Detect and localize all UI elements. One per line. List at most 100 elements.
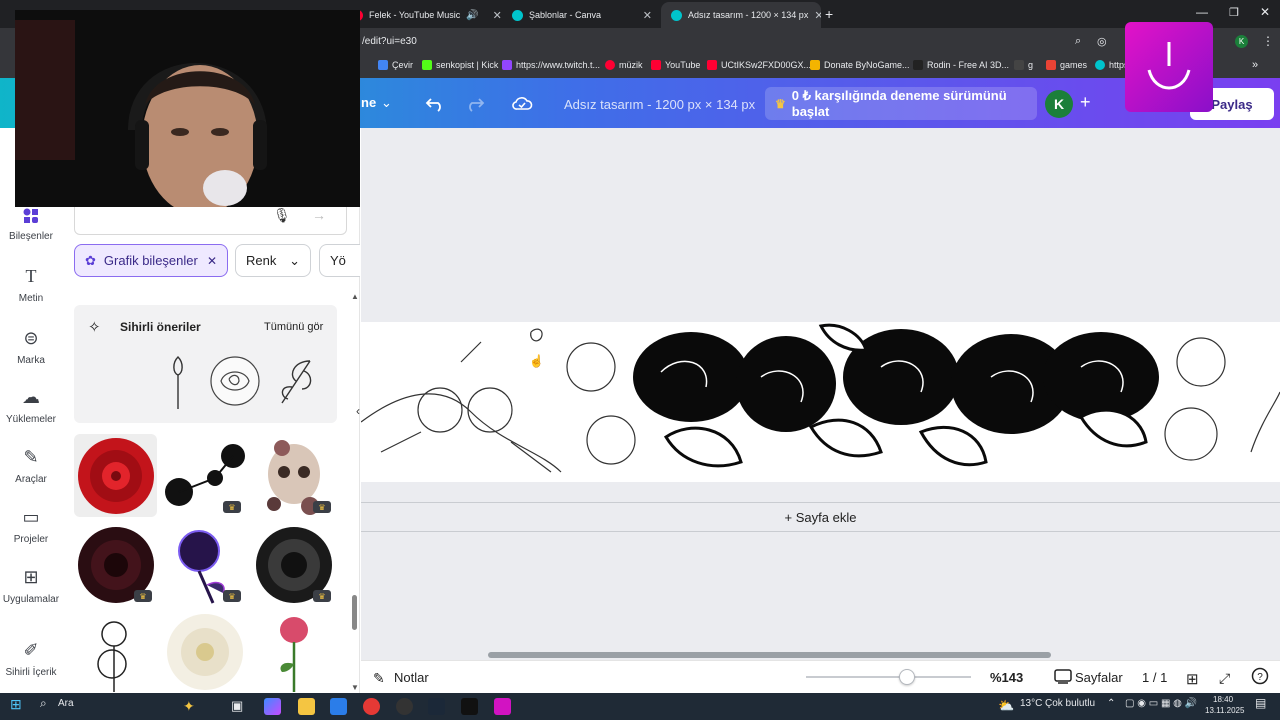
zoom-slider-knob[interactable]: [898, 669, 915, 685]
rail-item-projects[interactable]: ▭ Projeler: [0, 507, 62, 545]
rail-item-brand[interactable]: ⊜ Marka: [0, 328, 62, 366]
bookmark-channel[interactable]: UCtIKSw2FXD00GX...: [707, 60, 811, 70]
zoom-level[interactable]: %143: [990, 670, 1023, 685]
browser-tab-youtube-music[interactable]: Felek - YouTube Music 🔊 ✕: [342, 2, 502, 28]
redo-icon[interactable]: [465, 94, 485, 112]
profile-avatar-icon[interactable]: K: [1235, 35, 1248, 48]
start-trial-button[interactable]: ♛ 0 ₺ karşılığında deneme sürümünü başla…: [765, 87, 1037, 120]
clock-date[interactable]: 13.11.2025: [1205, 706, 1244, 715]
element-dark-rose[interactable]: ♛: [74, 523, 157, 606]
help-icon[interactable]: ?: [1251, 667, 1269, 685]
tray-chevron-icon[interactable]: ⌃: [1107, 698, 1115, 709]
browser-tab-canva-templates[interactable]: Şablonlar - Canva ✕: [502, 2, 662, 28]
new-tab-button[interactable]: +: [825, 6, 833, 22]
browser-tab-canva-design[interactable]: Adsız tasarım - 1200 × 134 px ✕: [661, 2, 821, 28]
bookmark-https[interactable]: https: [1095, 60, 1129, 70]
task-view-icon[interactable]: ▣: [231, 698, 248, 715]
clock-time[interactable]: 18:40: [1213, 695, 1233, 704]
taskbar-search[interactable]: Ara: [58, 698, 74, 709]
notification-icon[interactable]: ▤: [1255, 696, 1266, 710]
notes-icon[interactable]: ✎: [373, 670, 385, 687]
more-bookmarks-icon[interactable]: »: [1252, 59, 1258, 71]
user-avatar[interactable]: K: [1045, 90, 1073, 118]
scroll-up-icon[interactable]: ▲: [351, 292, 359, 301]
fullscreen-icon[interactable]: ⤢: [1219, 670, 1230, 687]
rail-item-draw[interactable]: ✎ Araçlar: [0, 447, 62, 485]
horizontal-scrollbar[interactable]: [488, 652, 1051, 658]
close-tab-icon[interactable]: ✕: [493, 9, 502, 22]
rail-item-apps[interactable]: ⊞ Uygulamalar: [0, 567, 62, 605]
bookmark-bynogame[interactable]: Donate ByNoGame...: [810, 60, 910, 70]
close-icon[interactable]: ✕: [207, 254, 217, 268]
minimize-icon[interactable]: —: [1196, 5, 1208, 19]
rail-item-uploads[interactable]: ☁ Yüklemeler: [0, 387, 62, 425]
more-menu-icon[interactable]: ⋮: [1262, 34, 1274, 48]
rail-item-text[interactable]: T Metin: [0, 266, 62, 304]
collapse-panel-icon[interactable]: ‹: [356, 404, 360, 418]
bookmark-rodin[interactable]: Rodin - Free AI 3D...: [913, 60, 1009, 70]
element-white-rose[interactable]: [163, 612, 246, 693]
weather-temp[interactable]: 13°C: [1020, 698, 1042, 709]
see-all-link[interactable]: Tümünü gör: [264, 321, 323, 333]
rail-item-elements[interactable]: Bileşenler: [0, 207, 62, 242]
file-explorer-icon[interactable]: [298, 698, 315, 715]
add-page-button[interactable]: + Sayfa ekle: [361, 502, 1280, 532]
panel-scrollbar[interactable]: [352, 595, 357, 630]
bookmark-kick[interactable]: senkopist | Kick: [422, 60, 498, 70]
arrow-right-icon[interactable]: →: [312, 207, 326, 223]
bookmark-muzik[interactable]: müzik: [605, 60, 643, 70]
tray-icons[interactable]: ▢ ◉ ▭ ▦ ◍ 🔊: [1125, 698, 1197, 709]
rose-border-artwork[interactable]: [361, 322, 1280, 482]
bookmark-g[interactable]: g: [1014, 60, 1033, 70]
close-window-icon[interactable]: ✕: [1260, 5, 1270, 19]
element-pink-rose[interactable]: [252, 612, 335, 693]
pages-button[interactable]: Sayfalar: [1075, 670, 1123, 685]
element-skull-roses[interactable]: ♛: [252, 434, 335, 517]
search-icon[interactable]: ⌕: [40, 696, 47, 711]
sparkles-icon[interactable]: ✦: [183, 698, 200, 715]
bookmark-twitch[interactable]: https://www.twitch.t...: [502, 60, 600, 70]
design-title[interactable]: Adsız tasarım - 1200 px × 134 px: [564, 97, 755, 112]
close-tab-icon[interactable]: ✕: [643, 9, 652, 22]
filter-chip-orientation[interactable]: Yö: [319, 244, 360, 277]
zoom-slider-track[interactable]: [806, 676, 971, 678]
epic-games-icon[interactable]: [461, 698, 478, 715]
rail-item-magic-media[interactable]: ✐ Sihirli İçerik: [0, 640, 62, 678]
bookmark-games[interactable]: games: [1046, 60, 1087, 70]
suggestion-rose-sketch[interactable]: [207, 353, 263, 411]
chevron-down-icon[interactable]: ⌄: [381, 95, 392, 111]
microphone-icon[interactable]: 🎙: [273, 207, 291, 224]
app-icon[interactable]: [494, 698, 511, 715]
notes-button[interactable]: Notlar: [394, 670, 429, 685]
filter-chip-graphics[interactable]: ✿ Grafik bileşenler ✕: [74, 244, 228, 277]
suggestion-leaves[interactable]: [274, 353, 318, 411]
eye-off-icon[interactable]: ◎: [1097, 35, 1107, 48]
file-menu-partial[interactable]: ne: [361, 95, 376, 110]
maximize-icon[interactable]: ❐: [1229, 6, 1239, 19]
steam-icon[interactable]: [428, 698, 445, 715]
bookmark-ceviri[interactable]: Çevir: [378, 60, 413, 70]
scroll-down-icon[interactable]: ▼: [351, 683, 359, 692]
element-rose-line-art[interactable]: [74, 612, 157, 693]
weather-icon[interactable]: ⛅: [998, 698, 1015, 715]
copilot-icon[interactable]: [264, 698, 281, 715]
suggestion-rosebud[interactable]: [168, 353, 188, 411]
url-text[interactable]: /edit?ui=e30: [362, 36, 417, 47]
weather-description[interactable]: Çok bulutlu: [1045, 698, 1095, 709]
add-collaborator-button[interactable]: +: [1080, 92, 1091, 113]
store-icon[interactable]: [330, 698, 347, 715]
design-page[interactable]: ☝: [361, 322, 1280, 482]
close-tab-icon[interactable]: ✕: [814, 9, 821, 22]
bookmark-youtube[interactable]: YouTube: [651, 60, 700, 70]
pages-icon[interactable]: [1054, 668, 1072, 684]
undo-icon[interactable]: [425, 94, 445, 112]
element-purple-rose[interactable]: ♛: [163, 523, 246, 606]
grid-view-icon[interactable]: ⊞: [1186, 670, 1199, 688]
element-black-rose-realistic[interactable]: ♛: [252, 523, 335, 606]
cloud-saved-icon[interactable]: [511, 94, 533, 112]
obs-icon[interactable]: [396, 698, 413, 715]
speaker-icon[interactable]: 🔊: [466, 10, 478, 21]
zoom-icon[interactable]: ⌕: [1075, 35, 1081, 48]
filter-chip-color[interactable]: Renk ⌄: [235, 244, 311, 277]
chrome-icon[interactable]: [363, 698, 380, 715]
